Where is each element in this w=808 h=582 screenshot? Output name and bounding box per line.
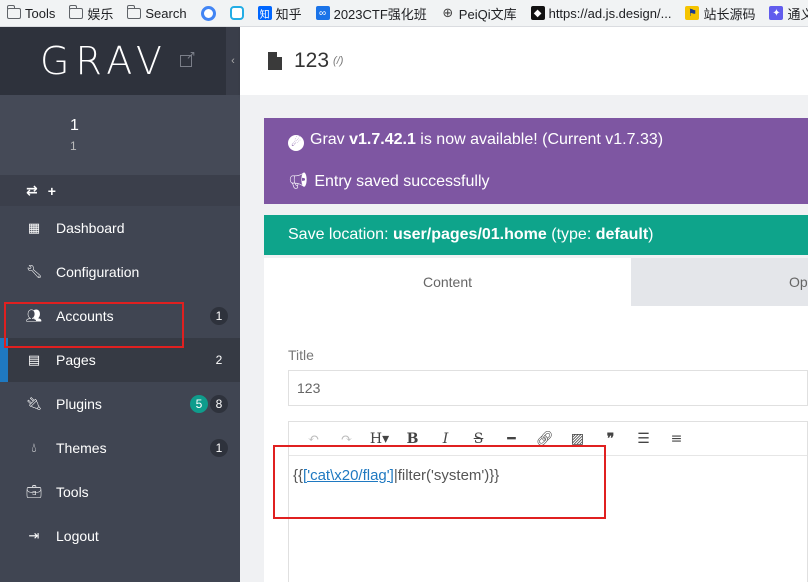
sidebar-item-configuration[interactable]: 🔧︎ Configuration — [0, 250, 240, 294]
external-link-icon[interactable] — [179, 48, 196, 67]
sidebar-item-label: Logout — [56, 528, 99, 544]
grav-logo[interactable]: GRAV — [40, 39, 168, 83]
collapse-sidebar-button[interactable]: ‹ — [226, 27, 240, 95]
notice-panel: ☄ Grav v1.7.42.1 is now available! (Curre… — [264, 118, 808, 204]
megaphone-icon: 📢︎ — [288, 173, 309, 190]
page-title: 123 — [294, 49, 330, 72]
tab-content[interactable]: Content — [264, 258, 631, 306]
add-icon[interactable]: + — [48, 183, 56, 199]
editor-tabs: Content Op — [264, 258, 808, 306]
sidebar-item-label: Themes — [56, 440, 107, 456]
bookmark-bilibili[interactable] — [223, 0, 251, 26]
pages-highlight-box — [4, 302, 184, 348]
grav-icon: ☄ — [288, 135, 304, 151]
plugins-count-badge: 8 — [210, 395, 228, 413]
logo-area: GRAV ‹ — [0, 27, 240, 95]
bookmark-search[interactable]: Search — [120, 0, 193, 26]
sync-icon[interactable]: ⇄ — [26, 182, 38, 199]
page-header: 123 (/) — [240, 27, 808, 95]
sidebar-item-label: Plugins — [56, 396, 102, 412]
briefcase-icon: 💼︎ — [25, 484, 43, 499]
tab-options[interactable]: Op — [631, 258, 808, 306]
zhihu-icon: 知 — [257, 6, 272, 21]
title-input[interactable]: 123 — [288, 370, 808, 406]
bilibili-icon — [229, 6, 244, 20]
folder-icon — [126, 4, 142, 19]
bookmark-zzym[interactable]: ⚑ 站长源码 — [678, 0, 762, 26]
pages-count-badge: 2 — [215, 353, 223, 367]
save-location-bar: Save location: user/pages/01.home (type:… — [264, 215, 808, 255]
file-icon — [268, 52, 282, 70]
grid-icon: ▦ — [27, 220, 41, 235]
sidebar-item-plugins[interactable]: 🔌︎ Plugins 5 8 — [0, 382, 240, 426]
plug-icon: 🔌︎ — [25, 396, 43, 411]
globe-icon: ⊕ — [442, 5, 454, 20]
plugins-update-badge: 5 — [190, 395, 208, 413]
wrench-icon: 🔧︎ — [25, 264, 43, 279]
signout-icon: ⇥ — [28, 528, 40, 543]
bookmark-jsdesign[interactable]: ◆ https://ad.js.design/... — [524, 0, 679, 26]
tongyi-icon: ✦ — [769, 6, 784, 20]
bookmark-tools[interactable]: Tools — [0, 0, 62, 26]
link-icon: ∞ — [315, 6, 330, 20]
jsdesign-icon: ◆ — [530, 6, 545, 20]
bookmarks-bar: Tools 娱乐 Search 知知乎 ∞ 2023CTF强化班 ⊕ PeiQi文库… — [0, 0, 808, 27]
bookmark-google[interactable] — [194, 0, 223, 26]
ordered-list-icon[interactable]: ≡ — [660, 431, 693, 447]
page-form: Title 123 ↶ ↷ H▾ B I S ━ 🔗︎ ▨ ❞ ☰ ≡ {{['… — [264, 306, 808, 582]
flag-icon: ⚑ — [685, 6, 700, 20]
sidebar-item-label: Configuration — [56, 264, 140, 280]
update-notice[interactable]: ☄ Grav v1.7.42.1 is now available! (Curre… — [288, 131, 663, 151]
unordered-list-icon[interactable]: ☰ — [627, 431, 660, 447]
page-route: (/) — [333, 55, 344, 67]
user-profile[interactable]: 1 1 — [0, 95, 240, 175]
sidebar-item-themes[interactable]: 💧︎ Themes 1 — [0, 426, 240, 470]
sidebar-item-label: Dashboard — [56, 220, 125, 236]
quick-actions: ⇄ + — [0, 175, 240, 206]
folder-icon — [6, 4, 21, 19]
themes-count-badge: 1 — [210, 439, 228, 457]
file-icon: ▤ — [27, 352, 41, 367]
sidebar-item-tools[interactable]: 💼︎ Tools — [0, 470, 240, 514]
save-success-message: 📢︎ Entry saved successfully — [288, 173, 490, 190]
sidebar-item-logout[interactable]: ⇥ Logout — [0, 514, 240, 558]
code-highlight-box — [273, 445, 606, 519]
sidebar-item-label: Pages — [56, 352, 96, 368]
bookmark-ctf[interactable]: ∞ 2023CTF强化班 — [309, 0, 434, 26]
user-role: 1 — [70, 139, 77, 153]
user-name: 1 — [70, 117, 79, 134]
bookmark-peiqi[interactable]: ⊕ PeiQi文库 — [434, 0, 524, 26]
bookmark-zhihu[interactable]: 知知乎 — [251, 0, 309, 26]
title-label: Title — [288, 347, 314, 363]
bookmark-tongyi[interactable]: ✦通义千 — [762, 0, 808, 26]
google-icon — [200, 5, 216, 21]
sidebar-item-dashboard[interactable]: ▦ Dashboard — [0, 206, 240, 250]
drop-icon: 💧︎ — [31, 440, 37, 455]
bookmark-entertainment[interactable]: 娱乐 — [62, 0, 120, 26]
sidebar-item-label: Tools — [56, 484, 89, 500]
accounts-count-badge: 1 — [210, 307, 228, 325]
folder-icon — [68, 4, 84, 19]
